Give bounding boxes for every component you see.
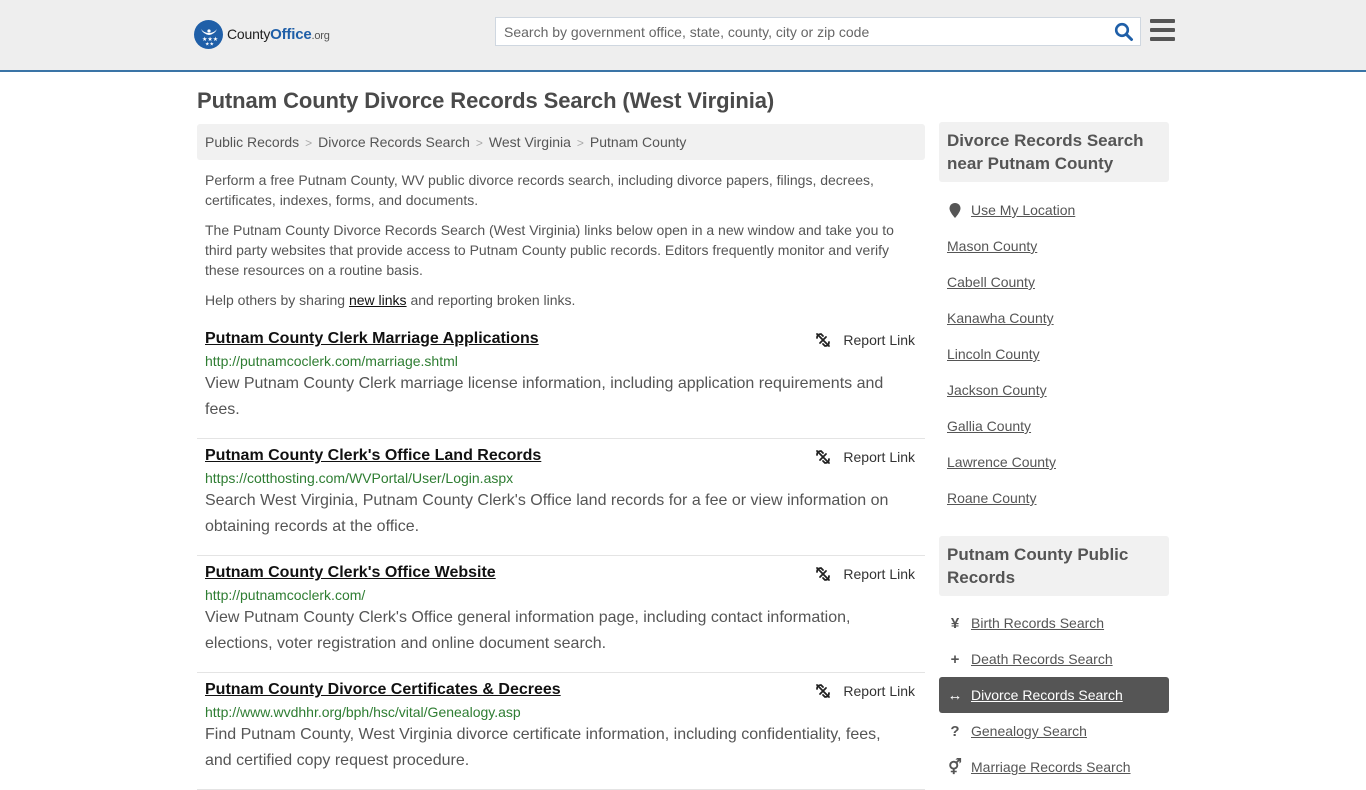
nearby-counties-heading: Divorce Records Search near Putnam Count… (939, 122, 1169, 182)
result-title-link[interactable]: Putnam County Divorce Certificates & Dec… (205, 681, 561, 699)
breadcrumb-divorce-records-search[interactable]: Divorce Records Search (318, 134, 470, 150)
report-link-button[interactable]: Report Link (815, 683, 915, 699)
result-url[interactable]: http://www.wvdhhr.org/bph/hsc/vital/Gene… (205, 704, 917, 720)
report-link-button[interactable]: Report Link (815, 332, 915, 348)
county-link-cabell[interactable]: Cabell County (947, 274, 1035, 290)
breadcrumb-public-records[interactable]: Public Records (205, 134, 299, 150)
nearby-county-item[interactable]: Mason County (939, 228, 1169, 264)
county-link-gallia[interactable]: Gallia County (947, 418, 1031, 434)
broken-link-icon (816, 684, 831, 698)
new-links-link[interactable]: new links (349, 292, 407, 308)
result-url[interactable]: http://putnamcoclerk.com/ (205, 587, 917, 603)
death-records-link[interactable]: Death Records Search (971, 651, 1113, 667)
nearby-counties-list: Use My Location Mason County Cabell Coun… (939, 192, 1169, 516)
birth-records-link[interactable]: Birth Records Search (971, 615, 1104, 631)
result-title-link[interactable]: Putnam County Clerk's Office Land Record… (205, 447, 541, 465)
intro-paragraph-1: Perform a free Putnam County, WV public … (205, 172, 874, 208)
logo-wordmark: CountyOffice.org (227, 26, 330, 43)
sidebar-item-marriage-records[interactable]: ⚥ Marriage Records Search (939, 749, 1169, 785)
results-list: Putnam County Clerk Marriage Application… (197, 322, 925, 790)
breadcrumb-separator: > (305, 136, 313, 150)
result-description: Search West Virginia, Putnam County Cler… (205, 492, 889, 535)
result-item: Putnam County Clerk's Office Website Rep… (197, 556, 925, 673)
question-icon: ? (950, 722, 960, 740)
county-link-lawrence[interactable]: Lawrence County (947, 454, 1056, 470)
plus-icon: + (950, 650, 960, 668)
result-url[interactable]: https://cotthosting.com/WVPortal/User/Lo… (205, 470, 917, 486)
marriage-records-link[interactable]: Marriage Records Search (971, 759, 1131, 775)
result-url[interactable]: http://putnamcoclerk.com/marriage.shtml (205, 353, 917, 369)
use-my-location-link[interactable]: Use My Location (971, 202, 1075, 218)
broken-link-icon (816, 567, 831, 581)
use-my-location-item[interactable]: Use My Location (939, 192, 1169, 228)
county-link-kanawha[interactable]: Kanawha County (947, 310, 1054, 326)
sidebar-item-birth-records[interactable]: ¥ Birth Records Search (939, 605, 1169, 641)
county-link-mason[interactable]: Mason County (947, 238, 1037, 254)
result-item: Putnam County Divorce Certificates & Dec… (197, 673, 925, 790)
site-logo[interactable]: ★★★ ★★ CountyOffice.org (194, 20, 330, 49)
map-pin-icon (947, 202, 963, 218)
public-records-heading: Putnam County Public Records (939, 536, 1169, 596)
site-search (495, 17, 1141, 46)
broken-link-icon (816, 450, 831, 464)
result-description: Find Putnam County, West Virginia divorc… (205, 726, 881, 769)
nearby-county-item[interactable]: Cabell County (939, 264, 1169, 300)
intro-paragraph-2: The Putnam County Divorce Records Search… (205, 222, 894, 278)
breadcrumb-separator: > (475, 136, 483, 150)
result-item: Putnam County Clerk Marriage Application… (197, 322, 925, 439)
page-title: Putnam County Divorce Records Search (We… (197, 88, 775, 113)
divorce-records-link[interactable]: Divorce Records Search (971, 687, 1123, 703)
county-link-lincoln[interactable]: Lincoln County (947, 346, 1040, 362)
breadcrumb-separator: > (576, 136, 584, 150)
svg-text:★★: ★★ (205, 41, 214, 46)
genealogy-link[interactable]: Genealogy Search (971, 723, 1087, 739)
intro-text: Perform a free Putnam County, WV public … (205, 170, 920, 320)
search-icon[interactable] (1114, 22, 1134, 42)
site-header: ★★★ ★★ CountyOffice.org (0, 0, 1366, 72)
nearby-county-item[interactable]: Roane County (939, 480, 1169, 516)
county-link-roane[interactable]: Roane County (947, 490, 1037, 506)
sidebar-item-death-records[interactable]: + Death Records Search (939, 641, 1169, 677)
nearby-county-item[interactable]: Lincoln County (939, 336, 1169, 372)
intro-paragraph-3: Help others by sharing new links and rep… (205, 292, 576, 308)
hamburger-menu-icon[interactable] (1150, 19, 1175, 42)
result-description: View Putnam County Clerk marriage licens… (205, 375, 884, 418)
result-description: View Putnam County Clerk's Office genera… (205, 609, 851, 652)
report-link-button[interactable]: Report Link (815, 449, 915, 465)
nearby-county-item[interactable]: Jackson County (939, 372, 1169, 408)
public-records-list: ¥ Birth Records Search + Death Records S… (939, 605, 1169, 785)
sidebar-item-divorce-records[interactable]: ↔ Divorce Records Search (939, 677, 1169, 713)
search-input[interactable] (496, 18, 1106, 45)
arrows-horizontal-icon: ↔ (947, 686, 963, 704)
breadcrumb: Public Records > Divorce Records Search > We… (197, 124, 925, 160)
result-item: Putnam County Clerk's Office Land Record… (197, 439, 925, 556)
sidebar-item-genealogy[interactable]: ? Genealogy Search (939, 713, 1169, 749)
broken-link-icon (816, 333, 831, 347)
result-title-link[interactable]: Putnam County Clerk's Office Website (205, 564, 496, 582)
report-link-button[interactable]: Report Link (815, 566, 915, 582)
result-title-link[interactable]: Putnam County Clerk Marriage Application… (205, 330, 539, 348)
nearby-county-item[interactable]: Gallia County (939, 408, 1169, 444)
breadcrumb-west-virginia[interactable]: West Virginia (489, 134, 571, 150)
breadcrumb-putnam-county[interactable]: Putnam County (590, 134, 687, 150)
nearby-county-item[interactable]: Lawrence County (939, 444, 1169, 480)
child-icon: ¥ (950, 614, 960, 632)
eagle-stars-logo-icon: ★★★ ★★ (194, 20, 223, 49)
nearby-county-item[interactable]: Kanawha County (939, 300, 1169, 336)
county-link-jackson[interactable]: Jackson County (947, 382, 1047, 398)
marriage-symbol-icon: ⚥ (948, 759, 962, 776)
